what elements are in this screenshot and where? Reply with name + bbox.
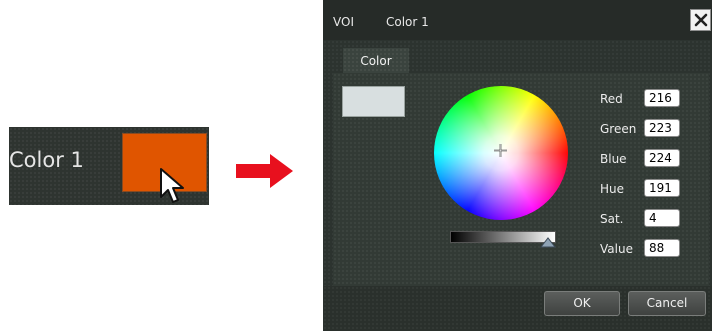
dialog-titlebar: VOI Color 1 (323, 0, 712, 40)
value-field[interactable]: 88 (644, 239, 680, 257)
cursor-arrow-icon (160, 168, 184, 203)
color-panel: Red 216 Green 223 Blue 224 Hue 191 Sat. … (333, 73, 709, 286)
green-field[interactable]: 223 (644, 119, 680, 137)
app-label: VOI (333, 15, 354, 29)
color-swatch-callout: Color 1 (9, 127, 209, 205)
cancel-button[interactable]: Cancel (628, 291, 706, 316)
slider-thumb-icon[interactable] (540, 236, 556, 248)
ok-button[interactable]: OK (544, 291, 620, 316)
close-icon (694, 13, 708, 27)
tab-color[interactable]: Color (343, 48, 409, 73)
value-label: Value (600, 242, 633, 256)
dialog-title: Color 1 (386, 15, 429, 29)
color-dialog: VOI Color 1 Color Red 216 Green 223 Blue… (323, 0, 712, 331)
swatch-label: Color 1 (9, 148, 84, 172)
color-preview (342, 86, 405, 117)
red-field[interactable]: 216 (644, 89, 680, 107)
close-button[interactable] (690, 9, 711, 31)
blue-label: Blue (600, 152, 627, 166)
green-label: Green (600, 122, 637, 136)
saturation-label: Sat. (600, 212, 624, 226)
red-label: Red (600, 92, 623, 106)
hue-field[interactable]: 191 (644, 179, 680, 197)
crosshair-icon[interactable] (493, 143, 508, 158)
blue-field[interactable]: 224 (644, 149, 680, 167)
right-arrow-icon (236, 154, 293, 188)
hue-label: Hue (600, 182, 625, 196)
saturation-field[interactable]: 4 (644, 209, 680, 227)
